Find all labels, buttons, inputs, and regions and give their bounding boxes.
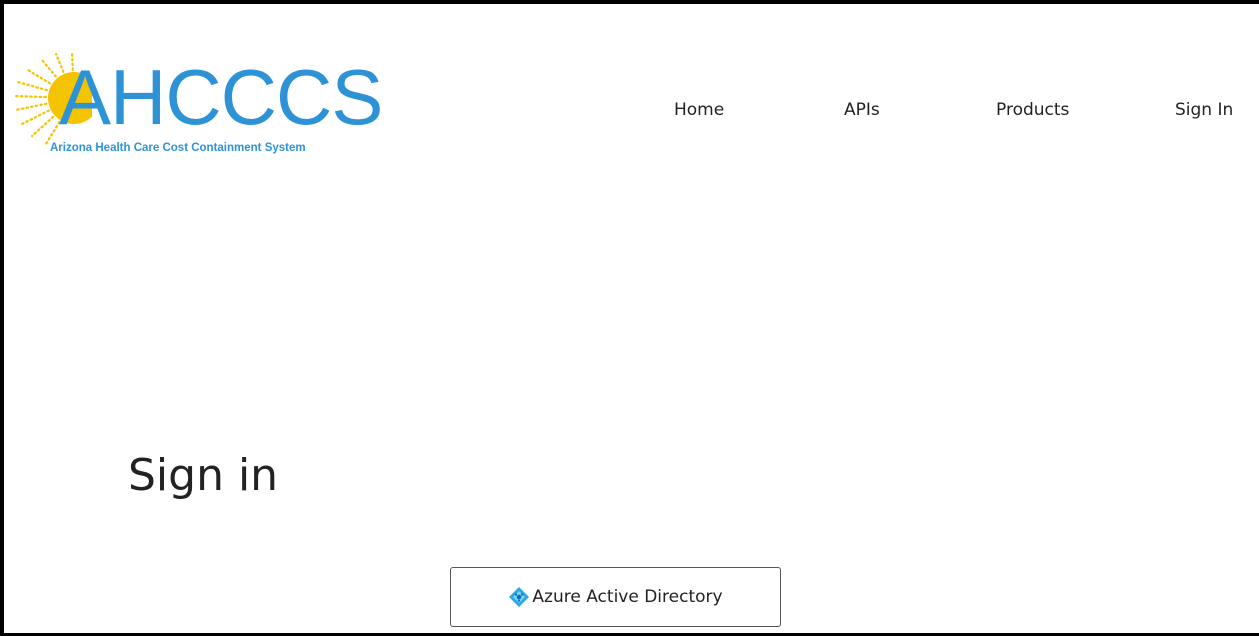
page-title: Sign in: [128, 450, 279, 501]
ahcccs-logo[interactable]: AHCCCS Arizona Health Care Cost Containm…: [12, 50, 392, 160]
azure-ad-label: Azure Active Directory: [532, 587, 723, 607]
nav-sign-in-link[interactable]: Sign In: [1175, 100, 1233, 120]
azure-ad-sign-in-button[interactable]: Azure Active Directory: [450, 567, 781, 627]
logo-wordmark: AHCCCS: [59, 53, 383, 141]
nav-products-link[interactable]: Products: [996, 100, 1069, 120]
nav-home-link[interactable]: Home: [674, 100, 724, 120]
logo-tagline: Arizona Health Care Cost Containment Sys…: [50, 142, 306, 154]
azure-ad-icon: [508, 586, 530, 608]
nav-apis-link[interactable]: APIs: [844, 100, 880, 120]
